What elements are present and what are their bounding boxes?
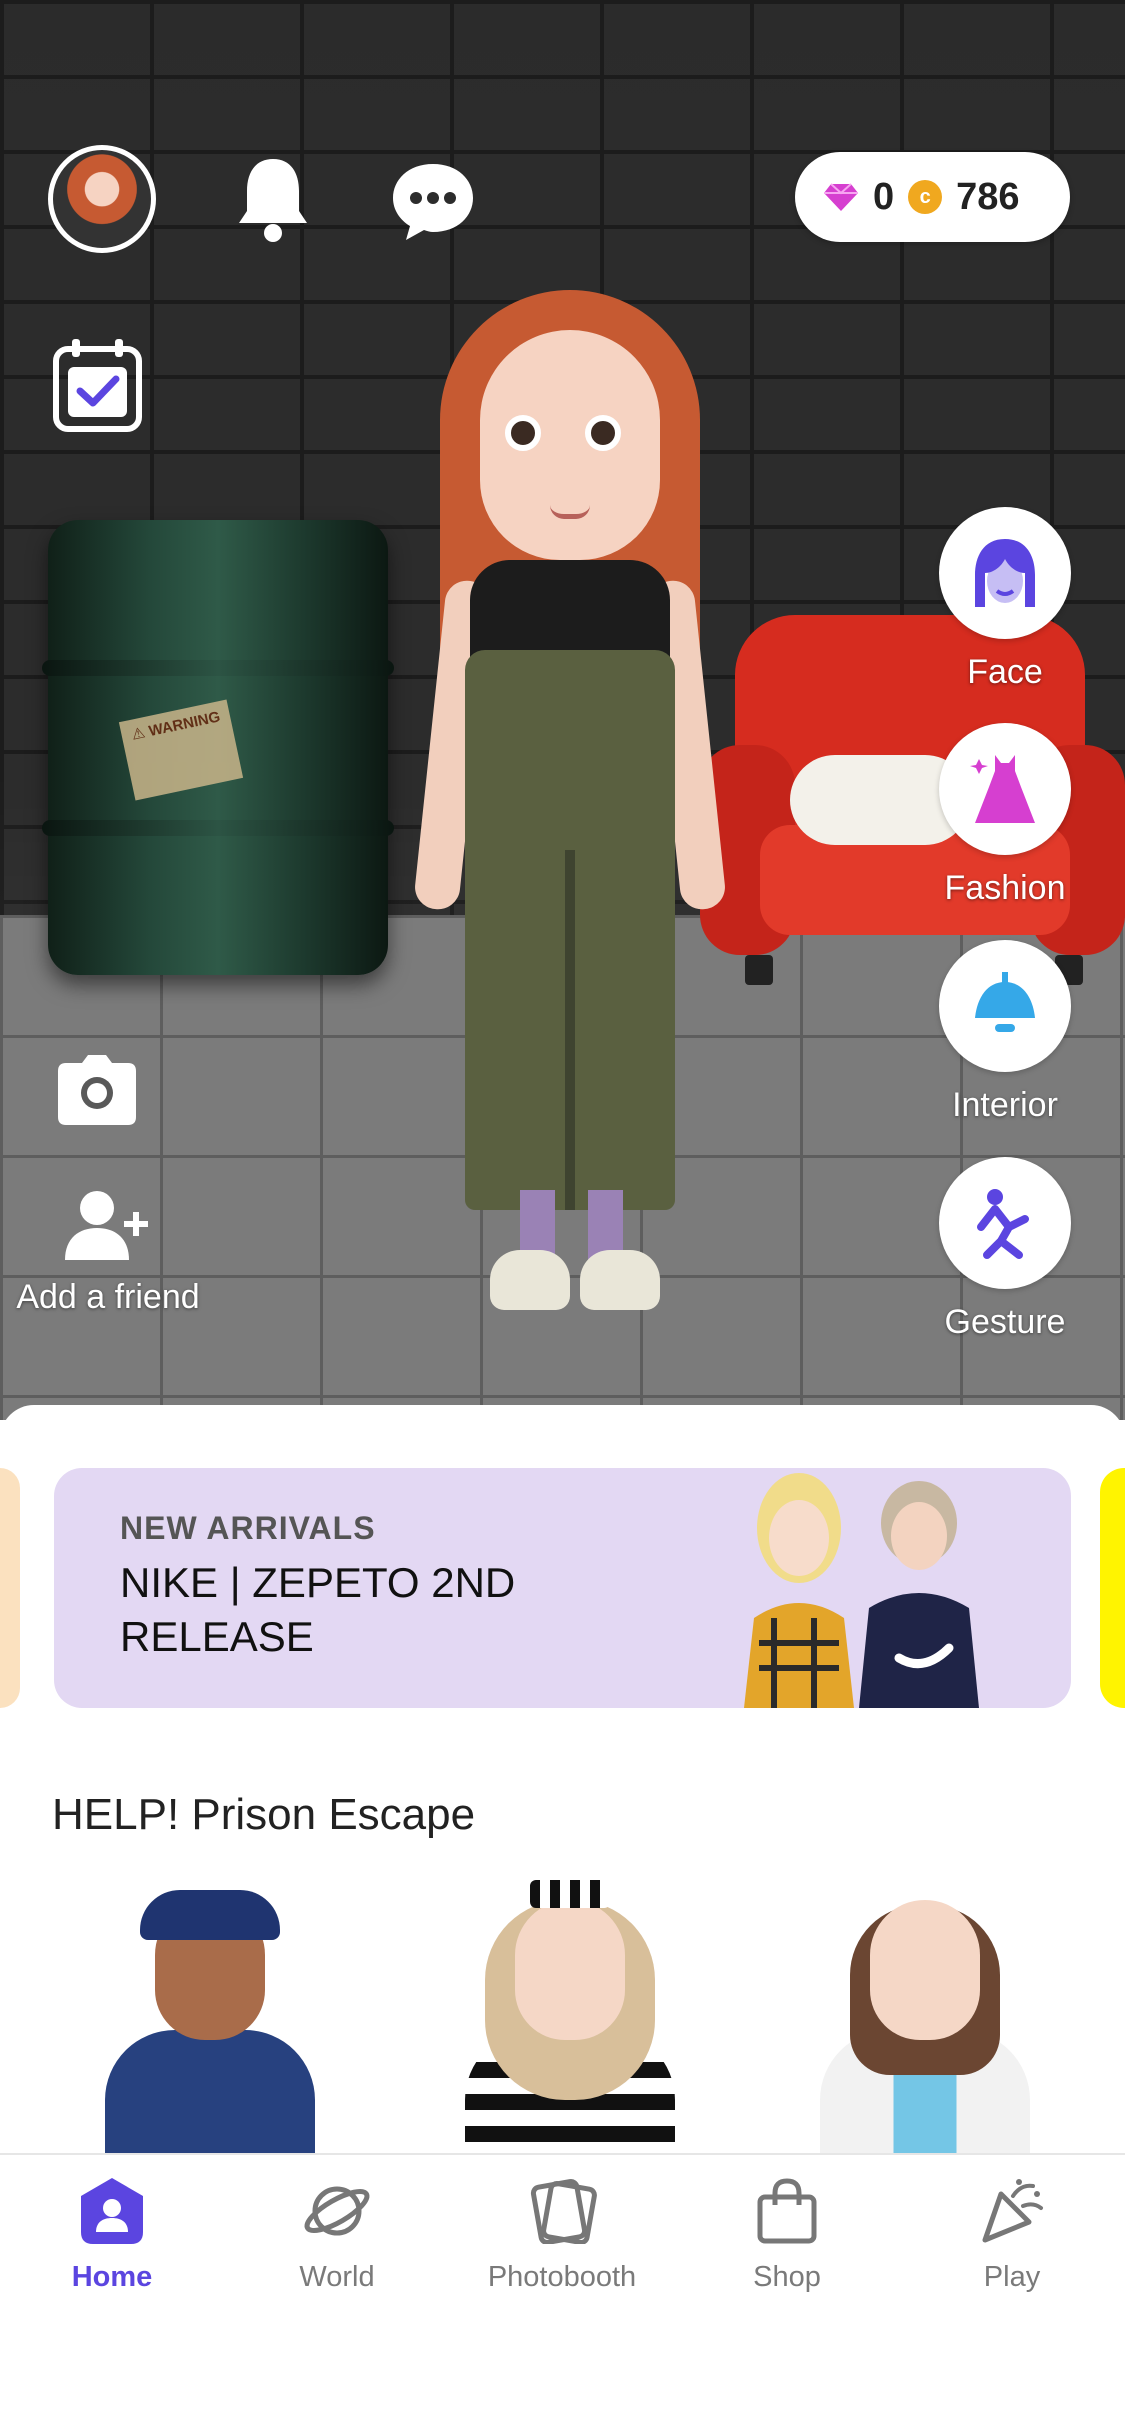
add-friend-label: Add a friend [16,1278,200,1316]
warning-sticker: ⚠ WARNING [118,699,244,801]
gem-count: 0 [873,175,895,218]
camera-icon [58,1055,136,1125]
bottom-navigation: Home World Photobooth Shop Play [0,2153,1125,2436]
daily-checkin-button[interactable] [50,335,145,435]
menu-gesture-label: Gesture [944,1303,1066,1341]
user-avatar-character[interactable] [410,290,730,1320]
banner-kicker: NEW ARRIVALS [120,1510,376,1546]
notifications-button[interactable] [230,150,315,245]
photobooth-icon [530,2179,597,2244]
nav-home[interactable]: Home [12,2175,212,2294]
profile-avatar-button[interactable] [48,145,156,253]
banner-title: NIKE | ZEPETO 2ND RELEASE [120,1559,516,1660]
nav-shop-label: Shop [753,2261,821,2293]
gem-icon [824,183,858,211]
character-card-police[interactable] [70,1880,340,2155]
coin-icon: c [908,180,943,214]
add-friend-button[interactable]: Add a friend [8,1190,208,1317]
section-title: HELP! Prison Escape [52,1790,476,1839]
menu-face-label: Face [967,653,1043,691]
nav-world-label: World [299,2261,375,2293]
nav-photobooth[interactable]: Photobooth [462,2175,662,2294]
green-barrel: ⚠ WARNING [42,520,394,975]
lamp-icon [975,972,1035,1032]
menu-face[interactable]: Face [930,507,1080,692]
nav-home-label: Home [71,2261,153,2293]
gesture-icon [977,1189,1029,1259]
nav-play[interactable]: Play [912,2175,1112,2294]
nav-play-label: Play [983,2261,1041,2293]
banner-next-peek[interactable] [1100,1468,1125,1708]
party-popper-icon [982,2179,1043,2243]
chat-bubble-icon [392,163,473,240]
face-icon [975,539,1035,607]
menu-fashion-label: Fashion [944,869,1066,907]
shopping-bag-icon [757,2178,817,2244]
bell-icon [238,158,307,242]
coin-count: 786 [956,175,1020,218]
promo-banner[interactable]: NEW ARRIVALS NIKE | ZEPETO 2ND RELEASE [54,1468,1071,1708]
messages-button[interactable] [385,155,480,245]
add-person-icon [65,1191,148,1260]
banner-characters-illustration [744,1473,979,1708]
planet-icon [304,2186,370,2236]
nav-world[interactable]: World [237,2175,437,2294]
nav-photobooth-label: Photobooth [487,2261,637,2293]
character-card-doctor[interactable] [785,1880,1055,2155]
home-profile-icon [81,2178,143,2244]
nav-shop[interactable]: Shop [687,2175,887,2294]
menu-interior-label: Interior [952,1086,1058,1124]
banner-prev-peek[interactable] [0,1468,20,1708]
menu-interior[interactable]: Interior [930,940,1080,1125]
currency-balance[interactable]: 0 c 786 [795,152,1070,242]
menu-gesture[interactable]: Gesture [930,1157,1080,1342]
menu-fashion[interactable]: Fashion [930,723,1080,908]
calendar-check-icon [53,339,142,432]
dress-icon [970,755,1035,823]
camera-button[interactable] [58,1055,136,1125]
character-card-prisoner[interactable] [430,1880,700,2155]
